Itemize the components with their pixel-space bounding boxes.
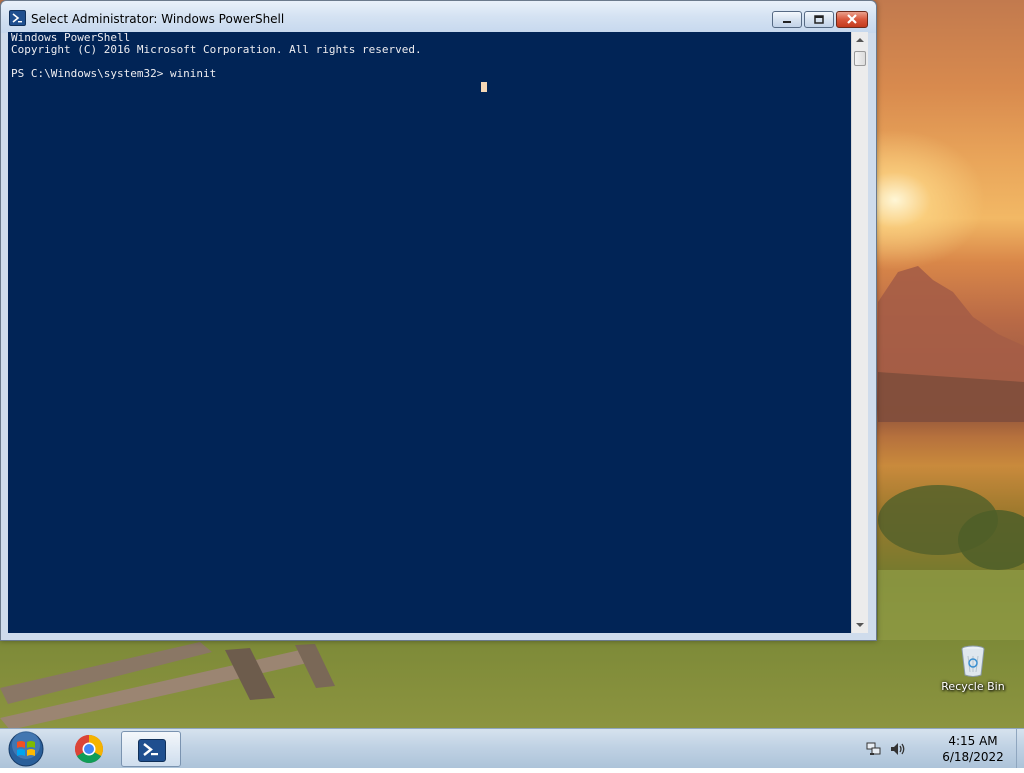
wallpaper-grass xyxy=(878,485,1024,640)
close-icon xyxy=(847,14,857,24)
window-title: Select Administrator: Windows PowerShell xyxy=(31,12,285,26)
powershell-icon xyxy=(138,739,166,762)
minimize-button[interactable] xyxy=(772,11,802,28)
vertical-scrollbar[interactable] xyxy=(851,32,868,633)
powershell-window[interactable]: Select Administrator: Windows PowerShell… xyxy=(0,0,877,641)
network-icon[interactable] xyxy=(866,741,882,757)
chrome-icon xyxy=(75,735,103,763)
console-output[interactable]: Windows PowerShell Copyright (C) 2016 Mi… xyxy=(8,32,851,633)
volume-icon[interactable] xyxy=(889,741,907,757)
chevron-down-icon xyxy=(856,623,864,627)
console-prompt-line: PS C:\Windows\system32> wininit xyxy=(11,67,217,80)
recycle-bin-label: Recycle Bin xyxy=(941,680,1005,693)
restore-icon xyxy=(814,15,824,24)
scroll-up-button[interactable] xyxy=(852,32,868,48)
taskbar-clock[interactable]: 4:15 AM 6/18/2022 xyxy=(930,733,1016,765)
scroll-down-button[interactable] xyxy=(852,617,868,633)
recycle-bin-icon xyxy=(961,645,985,677)
chevron-up-icon xyxy=(856,38,864,42)
windows-start-icon xyxy=(8,731,44,767)
minimize-icon xyxy=(783,21,791,23)
start-button[interactable] xyxy=(6,729,46,769)
powershell-icon xyxy=(9,10,26,26)
scroll-thumb[interactable] xyxy=(854,51,866,66)
wallpaper-fence xyxy=(0,642,335,728)
console-line: Copyright (C) 2016 Microsoft Corporation… xyxy=(11,43,422,56)
wallpaper-mountain xyxy=(878,266,1024,422)
taskbar-item-chrome[interactable] xyxy=(64,731,114,767)
text-cursor xyxy=(481,82,487,92)
recycle-bin-shortcut[interactable]: Recycle Bin xyxy=(938,644,1008,700)
close-button[interactable] xyxy=(836,11,868,28)
window-titlebar[interactable]: Select Administrator: Windows PowerShell xyxy=(1,1,876,33)
show-desktop-button[interactable] xyxy=(1016,729,1024,768)
clock-date: 6/18/2022 xyxy=(942,750,1004,764)
taskbar: 4:15 AM 6/18/2022 xyxy=(0,728,1024,768)
clock-time: 4:15 AM xyxy=(948,734,998,748)
maximize-button[interactable] xyxy=(804,11,834,28)
taskbar-item-powershell[interactable] xyxy=(121,731,181,767)
